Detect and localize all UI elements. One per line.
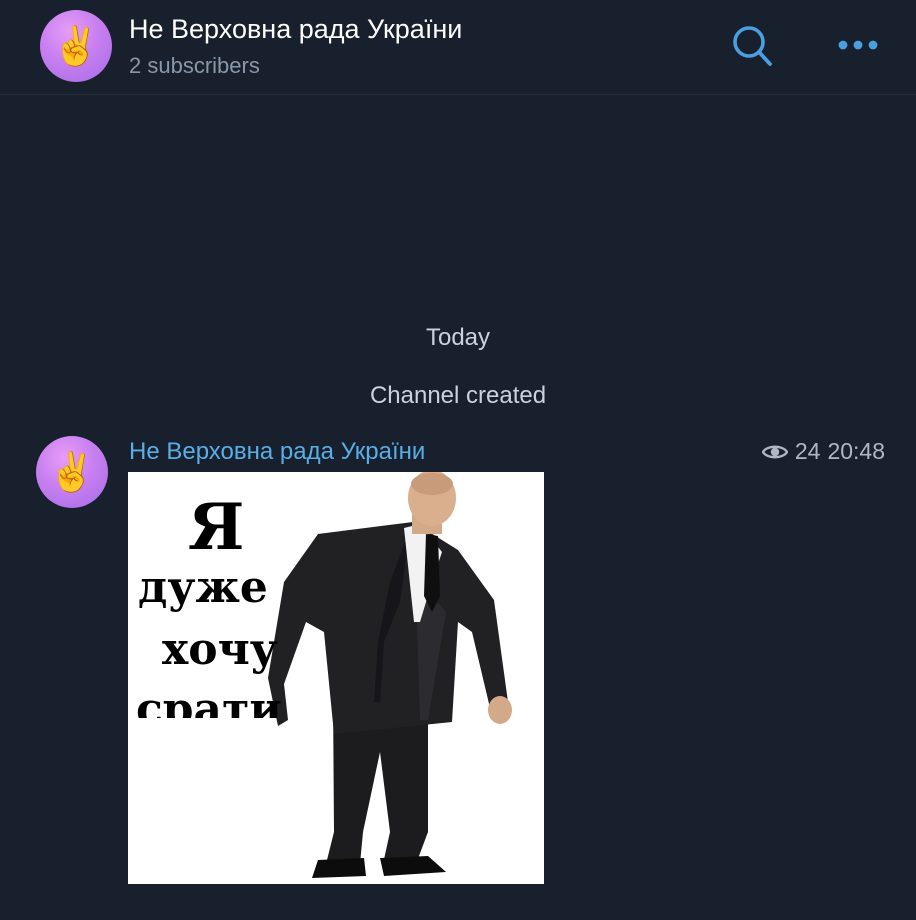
meme-text-line-3: хочу: [162, 624, 278, 675]
meme-text-line-1: Я: [188, 490, 245, 565]
eye-icon: [761, 445, 788, 458]
subscriber-count: 2 subscribers: [129, 53, 260, 78]
channel-title[interactable]: Не Верховна рада України: [129, 14, 462, 45]
search-button[interactable]: [728, 22, 778, 72]
view-count: 24: [794, 438, 821, 464]
meme-text-line-2: дуже: [138, 562, 268, 613]
victory-hand-icon: ✌️: [48, 450, 96, 494]
post-author[interactable]: Не Верховна рада України: [129, 438, 425, 466]
post-time: 20:48: [827, 438, 885, 464]
date-separator: Today: [425, 324, 491, 351]
more-button[interactable]: [832, 30, 884, 60]
post-meta: 24 20:48: [761, 438, 885, 465]
channel-screen: ✌️ Не Верховна рада України 2 subscriber…: [0, 0, 916, 920]
victory-hand-icon: ✌️: [52, 24, 100, 68]
channel-header: ✌️ Не Верховна рада України 2 subscriber…: [0, 0, 916, 95]
meme-text-line-4: срати: [136, 688, 282, 718]
more-horizontal-icon: [838, 40, 878, 50]
service-message: Channel created: [369, 382, 547, 409]
search-icon: [733, 26, 772, 66]
post-photo[interactable]: Я дуже хочу срати: [128, 472, 544, 884]
post-avatar[interactable]: ✌️: [36, 436, 108, 508]
channel-avatar[interactable]: ✌️: [40, 10, 112, 82]
